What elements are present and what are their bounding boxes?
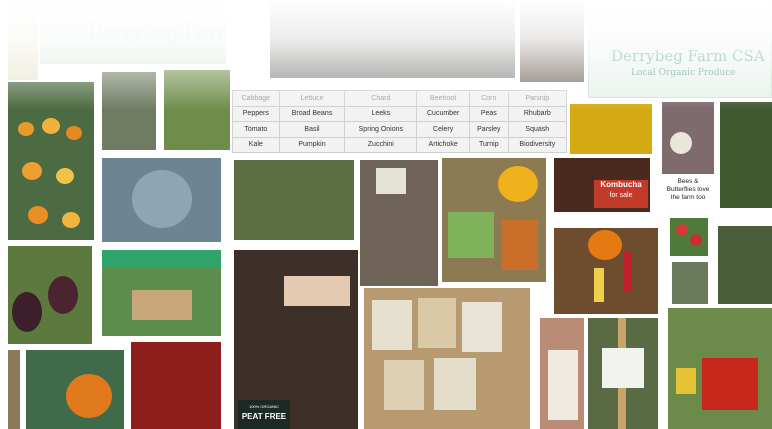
yellow-flowers-photo bbox=[570, 104, 652, 154]
wooden-post-photo bbox=[8, 350, 20, 429]
kombucha-sign-line2: for sale bbox=[609, 192, 633, 199]
tomatoes-leeks-photo bbox=[668, 308, 772, 429]
veg-cell: Cabbage bbox=[232, 90, 280, 107]
farm-person-photo bbox=[520, 0, 584, 82]
csa-banner-subtitle: Local Organic Produce bbox=[631, 68, 736, 78]
veg-cell: Spring Onions bbox=[344, 121, 418, 138]
derrybeg-farm-sign: Derrybeg Farm bbox=[40, 0, 226, 64]
veg-cell: Squash bbox=[507, 121, 567, 138]
harvest-vegetables-photo bbox=[554, 228, 658, 314]
veg-cell: Pumpkin bbox=[278, 136, 346, 153]
peat-free-label: PEAT FREE bbox=[241, 412, 287, 421]
derrybeg-csa-banner: Derrybeg Farm CSA Local Organic Produce bbox=[588, 0, 772, 98]
seedlings-soil-photo bbox=[718, 226, 772, 304]
veg-cell: Lettuce bbox=[278, 90, 346, 107]
veg-cell: Parsley bbox=[469, 121, 509, 138]
seed-sowing-hands-photo: 100% ORGANIC PEAT FREE bbox=[234, 250, 358, 429]
veg-cell: Biodiversity bbox=[507, 136, 567, 153]
kombucha-sign-line1: Kombucha bbox=[600, 180, 642, 189]
cabbage-photo bbox=[102, 158, 221, 242]
strawberry-beds-photo bbox=[720, 102, 772, 208]
bees-caption: Bees & Butterflies love the farm too bbox=[666, 178, 710, 201]
butterfly-thistle-photo bbox=[662, 102, 714, 174]
vegetable-list-table: Cabbage Lettuce Chard Beetroot Corn Pars… bbox=[232, 90, 567, 153]
purple-tomatoes-photo bbox=[8, 246, 92, 344]
sprout-photo bbox=[672, 262, 708, 304]
pumpkin-crates-photo bbox=[8, 82, 94, 240]
veg-cell: Artichoke bbox=[416, 136, 471, 153]
lettuce-trays-photo bbox=[102, 250, 221, 336]
table-row: Kale Pumpkin Zucchini Artichoke Turnip B… bbox=[232, 136, 567, 153]
veg-cell: Beetroot bbox=[416, 90, 471, 107]
handmade-sign-photo bbox=[588, 318, 658, 429]
veg-cell: Broad Beans bbox=[278, 105, 346, 122]
table-row: Peppers Broad Beans Leeks Cucumber Peas … bbox=[232, 105, 567, 122]
farm-shed-photo bbox=[270, 0, 515, 78]
farm-sign-left-photo bbox=[8, 0, 38, 80]
table-row: Cabbage Lettuce Chard Beetroot Corn Pars… bbox=[232, 90, 567, 107]
veg-cell: Leeks bbox=[344, 105, 418, 122]
veg-cell: Zucchini bbox=[344, 136, 418, 153]
veg-cell: Turnip bbox=[469, 136, 509, 153]
csa-banner-title: Derrybeg Farm CSA bbox=[611, 47, 765, 65]
veg-cell: Kale bbox=[232, 136, 280, 153]
seedling-tray-photo bbox=[234, 160, 354, 240]
veg-cell: Parsnip bbox=[507, 90, 567, 107]
polytunnel-rows-photo bbox=[102, 72, 156, 150]
carved-pumpkin-photo bbox=[26, 350, 124, 429]
veg-cell: Peas bbox=[469, 105, 509, 122]
veg-cell: Celery bbox=[416, 121, 471, 138]
red-flowers-photo bbox=[670, 218, 708, 256]
seed-packet-field-photo bbox=[360, 160, 438, 286]
veg-cell: Tomato bbox=[232, 121, 280, 138]
veg-cell: Rhubarb bbox=[507, 105, 567, 122]
sunflower-seedlings-photo bbox=[164, 70, 230, 150]
veg-cell: Basil bbox=[278, 121, 346, 138]
seed-packets-photo bbox=[364, 288, 530, 429]
photo-collage: { "header_sign": { "left_text": "Derrybe… bbox=[0, 0, 772, 429]
veg-cell: Corn bbox=[469, 90, 509, 107]
table-row: Tomato Basil Spring Onions Celery Parsle… bbox=[232, 121, 567, 138]
peat-free-label-top: 100% ORGANIC bbox=[248, 404, 279, 409]
kombucha-stall-photo: Kombucha for sale bbox=[554, 158, 650, 212]
seed-packet-hand-photo bbox=[540, 318, 584, 429]
veg-box-photo bbox=[442, 158, 546, 282]
farm-sign-text: Derrybeg Farm bbox=[88, 20, 226, 42]
veg-cell: Cucumber bbox=[416, 105, 471, 122]
veg-cell: Peppers bbox=[232, 105, 280, 122]
red-peppers-photo bbox=[131, 342, 221, 429]
veg-cell: Chard bbox=[344, 90, 418, 107]
